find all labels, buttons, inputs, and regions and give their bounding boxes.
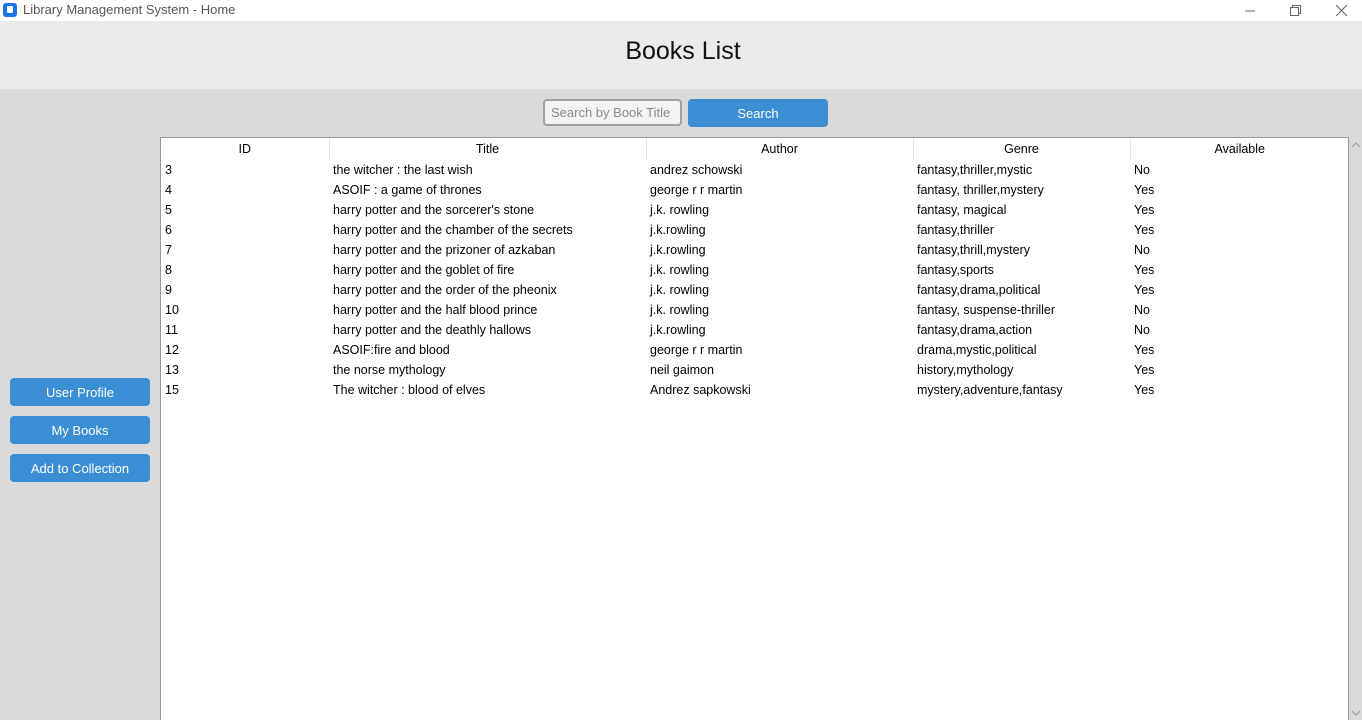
cell-genre: history,mythology: [917, 363, 1014, 377]
table-row[interactable]: 4 ASOIF : a game of thrones george r r m…: [161, 180, 1348, 200]
cell-id: 4: [165, 183, 172, 197]
search-input[interactable]: [543, 99, 682, 126]
cell-id: 5: [165, 203, 172, 217]
maximize-button[interactable]: [1272, 0, 1318, 21]
chevron-down-icon[interactable]: [1350, 708, 1362, 718]
column-header-id[interactable]: ID: [161, 138, 329, 160]
table-row[interactable]: 10 harry potter and the half blood princ…: [161, 300, 1348, 320]
cell-author: andrez schowski: [650, 163, 743, 177]
cell-id: 3: [165, 163, 172, 177]
table-header-row: ID Title Author Genre Available: [161, 138, 1348, 160]
table-row[interactable]: 13 the norse mythology neil gaimon histo…: [161, 360, 1348, 380]
books-table-container: ID Title Author Genre Available 3 the wi…: [160, 137, 1349, 720]
cell-author: j.k.rowling: [650, 223, 706, 237]
page-title: Books List: [625, 37, 741, 65]
cell-id: 7: [165, 243, 172, 257]
window-title-bar: Library Management System - Home: [0, 0, 1362, 21]
cell-author: j.k.rowling: [650, 323, 706, 337]
cell-genre: fantasy,drama,action: [917, 323, 1033, 337]
cell-title: the norse mythology: [333, 363, 446, 377]
search-button[interactable]: Search: [688, 99, 828, 127]
minimize-icon: [1245, 10, 1255, 11]
cell-author: Andrez sapkowski: [650, 383, 751, 397]
cell-id: 9: [165, 283, 172, 297]
cell-genre: fantasy, magical: [917, 203, 1007, 217]
minimize-button[interactable]: [1227, 0, 1273, 21]
cell-author: j.k. rowling: [650, 263, 710, 277]
close-button[interactable]: [1318, 0, 1362, 21]
window-title: Library Management System - Home: [23, 2, 236, 17]
cell-title: harry potter and the goblet of fire: [333, 263, 515, 277]
cell-title: The witcher : blood of elves: [333, 383, 486, 397]
cell-genre: fantasy,thrill,mystery: [917, 243, 1030, 257]
cell-available: No: [1134, 323, 1150, 337]
my-books-button[interactable]: My Books: [10, 416, 150, 444]
cell-available: Yes: [1134, 383, 1155, 397]
cell-author: j.k.rowling: [650, 243, 706, 257]
cell-genre: fantasy,thriller,mystic: [917, 163, 1033, 177]
cell-title: ASOIF : a game of thrones: [333, 183, 482, 197]
column-header-title[interactable]: Title: [328, 138, 646, 160]
cell-genre: fantasy,sports: [917, 263, 994, 277]
cell-title: ASOIF:fire and blood: [333, 343, 450, 357]
cell-title: harry potter and the order of the pheoni…: [333, 283, 557, 297]
cell-available: Yes: [1134, 203, 1155, 217]
column-header-author[interactable]: Author: [645, 138, 913, 160]
cell-available: Yes: [1134, 183, 1155, 197]
cell-genre: fantasy, thriller,mystery: [917, 183, 1044, 197]
table-row[interactable]: 11 harry potter and the deathly hallows …: [161, 320, 1348, 340]
cell-title: harry potter and the deathly hallows: [333, 323, 532, 337]
table-row[interactable]: 15 The witcher : blood of elves Andrez s…: [161, 380, 1348, 400]
books-table: ID Title Author Genre Available 3 the wi…: [161, 138, 1348, 400]
table-row[interactable]: 5 harry potter and the sorcerer's stone …: [161, 200, 1348, 220]
cell-available: Yes: [1134, 343, 1155, 357]
cell-available: No: [1134, 243, 1150, 257]
cell-id: 10: [165, 303, 179, 317]
cell-available: Yes: [1134, 363, 1155, 377]
cell-title: harry potter and the prizoner of azkaban: [333, 243, 556, 257]
cell-title: harry potter and the chamber of the secr…: [333, 223, 573, 237]
cell-available: No: [1134, 163, 1150, 177]
cell-genre: fantasy,thriller: [917, 223, 994, 237]
cell-id: 6: [165, 223, 172, 237]
restore-icon: [1289, 5, 1301, 16]
cell-id: 13: [165, 363, 179, 377]
table-row[interactable]: 7 harry potter and the prizoner of azkab…: [161, 240, 1348, 260]
cell-title: the witcher : the last wish: [333, 163, 473, 177]
cell-title: harry potter and the half blood prince: [333, 303, 538, 317]
cell-genre: drama,mystic,political: [917, 343, 1037, 357]
column-header-available[interactable]: Available: [1129, 138, 1348, 160]
cell-id: 8: [165, 263, 172, 277]
user-profile-button[interactable]: User Profile: [10, 378, 150, 406]
add-to-collection-button[interactable]: Add to Collection: [10, 454, 150, 482]
table-row[interactable]: 12 ASOIF:fire and blood george r r marti…: [161, 340, 1348, 360]
cell-genre: fantasy, suspense-thriller: [917, 303, 1056, 317]
cell-author: neil gaimon: [650, 363, 714, 377]
cell-genre: mystery,adventure,fantasy: [917, 383, 1063, 397]
header-band: Books List: [0, 21, 1362, 89]
chevron-up-icon[interactable]: [1350, 140, 1362, 150]
column-header-genre[interactable]: Genre: [912, 138, 1130, 160]
cell-available: No: [1134, 303, 1150, 317]
table-row[interactable]: 9 harry potter and the order of the pheo…: [161, 280, 1348, 300]
cell-genre: fantasy,drama,political: [917, 283, 1041, 297]
cell-title: harry potter and the sorcerer's stone: [333, 203, 535, 217]
close-icon: [1335, 5, 1347, 16]
cell-author: j.k. rowling: [650, 303, 710, 317]
cell-available: Yes: [1134, 223, 1155, 237]
table-row[interactable]: 6 harry potter and the chamber of the se…: [161, 220, 1348, 240]
cell-id: 15: [165, 383, 179, 397]
cell-author: george r r martin: [650, 183, 743, 197]
table-row[interactable]: 3 the witcher : the last wish andrez sch…: [161, 160, 1348, 180]
app-icon: [3, 3, 17, 17]
table-row[interactable]: 8 harry potter and the goblet of fire j.…: [161, 260, 1348, 280]
cell-available: Yes: [1134, 263, 1155, 277]
cell-author: j.k. rowling: [650, 283, 710, 297]
cell-author: j.k. rowling: [650, 203, 710, 217]
cell-author: george r r martin: [650, 343, 743, 357]
cell-id: 11: [165, 323, 178, 337]
cell-available: Yes: [1134, 283, 1155, 297]
cell-id: 12: [165, 343, 179, 357]
